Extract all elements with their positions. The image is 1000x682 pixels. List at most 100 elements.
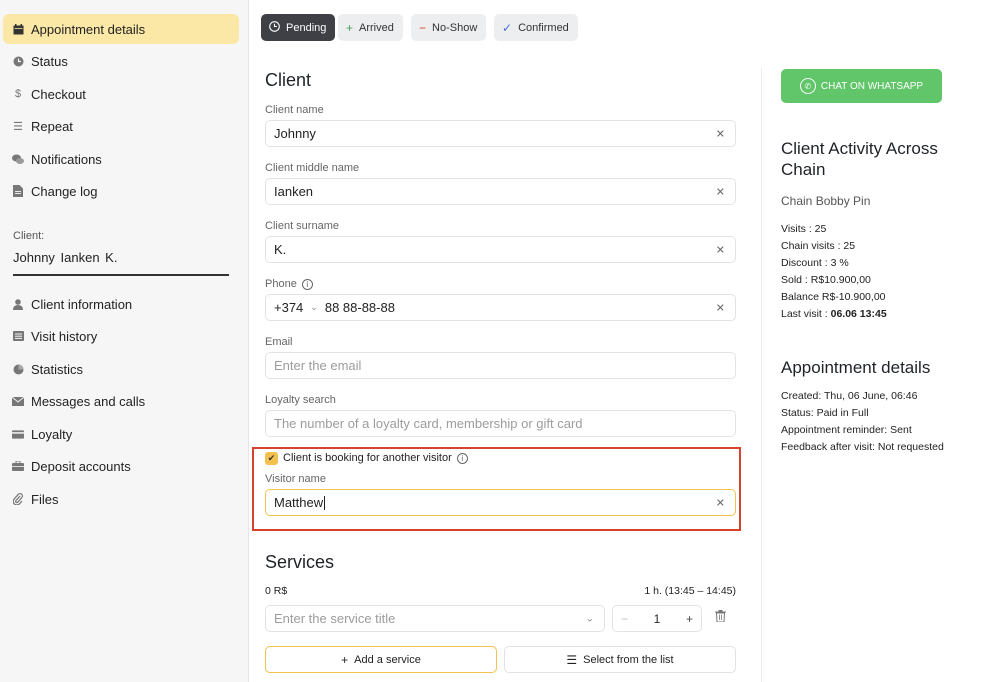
status-label: Confirmed: [518, 21, 569, 34]
client-underline: [13, 274, 229, 276]
sidebar-item-statistics[interactable]: Statistics: [3, 354, 239, 384]
sidebar-item-label: Visit history: [31, 328, 98, 344]
briefcase-icon: [12, 460, 24, 472]
plus-icon: +: [341, 652, 349, 667]
sidebar-item-label: Files: [31, 491, 59, 507]
sidebar: Appointment details Status $ Checkout ☰ …: [0, 0, 249, 682]
card-icon: [12, 428, 24, 440]
email-input[interactable]: Enter the email: [265, 352, 736, 379]
client-name-value: Johnny: [274, 126, 316, 141]
sidebar-item-label: Appointment details: [31, 21, 146, 37]
sidebar-item-appointment-details[interactable]: Appointment details: [3, 14, 239, 44]
services-section-title: Services: [265, 552, 335, 572]
trash-icon[interactable]: [715, 610, 726, 625]
service-title-placeholder: Enter the service title: [274, 611, 396, 626]
sidebar-item-loyalty[interactable]: Loyalty: [3, 419, 239, 449]
phone-country-code[interactable]: +374: [274, 300, 303, 315]
stat-visits: Visits : 25: [781, 223, 827, 235]
clear-icon[interactable]: ✕: [716, 243, 725, 256]
quantity-stepper[interactable]: − 1 +: [612, 605, 702, 632]
increment-icon[interactable]: +: [686, 612, 693, 626]
detail-reminder: Appointment reminder: Sent: [781, 424, 912, 436]
decrement-icon[interactable]: −: [621, 612, 628, 626]
sidebar-item-visit-history[interactable]: Visit history: [3, 321, 239, 351]
quantity-value: 1: [653, 611, 661, 626]
status-label: Arrived: [359, 21, 394, 34]
select-from-list-button[interactable]: ☰ Select from the list: [504, 646, 736, 673]
another-visitor-label-text: Client is booking for another visitor: [283, 452, 452, 464]
sidebar-item-status[interactable]: Status: [3, 46, 239, 76]
user-icon: [12, 298, 24, 310]
whatsapp-icon: ✆: [799, 78, 816, 94]
sidebar-item-notifications[interactable]: Notifications: [3, 144, 239, 174]
status-pending-button[interactable]: Pending: [261, 14, 336, 41]
stat-sold: Sold : R$10.900,00: [781, 274, 871, 286]
whatsapp-label: CHAT ON WHATSAPP: [820, 80, 924, 92]
pie-chart-icon: [12, 363, 24, 375]
loyalty-search-placeholder: The number of a loyalty card, membership…: [274, 416, 583, 431]
client-name-input[interactable]: Johnny ✕: [265, 120, 736, 147]
client-caption: Client:: [13, 230, 45, 242]
status-label: No-Show: [432, 21, 478, 34]
sidebar-item-label: Messages and calls: [31, 393, 146, 409]
whatsapp-chat-button[interactable]: ✆ CHAT ON WHATSAPP: [781, 69, 942, 103]
select-from-list-label: Select from the list: [583, 653, 674, 666]
dollar-icon: $: [14, 88, 22, 100]
clear-icon[interactable]: ✕: [716, 127, 725, 140]
sidebar-item-repeat[interactable]: ☰ Repeat: [3, 111, 239, 141]
right-panel-divider: [761, 68, 762, 682]
services-duration: 1 h. (13:45 – 14:45): [644, 585, 736, 597]
add-service-button[interactable]: + Add a service: [265, 646, 497, 673]
sidebar-item-change-log[interactable]: Change log: [3, 176, 239, 206]
phone-number-value: 88 88-88-88: [324, 300, 395, 315]
sidebar-item-label: Notifications: [31, 151, 102, 167]
stat-chain-visits: Chain visits : 25: [781, 240, 856, 252]
sidebar-item-label: Statistics: [31, 361, 84, 377]
sidebar-item-label: Change log: [31, 183, 98, 199]
status-no-show-button[interactable]: − No-Show: [411, 14, 487, 41]
phone-input[interactable]: +374 ⌄ 88 88-88-88 ✕: [265, 294, 736, 321]
sidebar-item-deposit-accounts[interactable]: Deposit accounts: [3, 451, 239, 481]
sidebar-item-client-information[interactable]: Client information: [3, 289, 239, 319]
phone-label: Phone i: [265, 278, 313, 290]
stat-balance: Balance R$-10.900,00: [781, 291, 886, 303]
last-visit-value: 06.06 13:45: [830, 308, 887, 320]
stat-discount: Discount : 3 %: [781, 257, 849, 269]
status-confirmed-button[interactable]: ✓ Confirmed: [494, 14, 578, 41]
client-middle-name-input[interactable]: Ianken ✕: [265, 178, 736, 205]
loyalty-search-input[interactable]: The number of a loyalty card, membership…: [265, 410, 736, 437]
chevron-down-icon[interactable]: ⌄: [310, 302, 318, 313]
add-service-label: Add a service: [354, 653, 421, 666]
clock-icon: [12, 55, 24, 67]
visitor-name-input[interactable]: Matthew ✕: [265, 489, 736, 516]
check-icon: ✓: [502, 20, 513, 35]
client-surname-input[interactable]: K. ✕: [265, 236, 736, 263]
minus-icon: −: [419, 20, 427, 35]
service-title-select[interactable]: Enter the service title ⌄: [265, 605, 605, 632]
list-icon: ☰: [566, 652, 578, 667]
history-icon: [12, 330, 24, 342]
sidebar-item-label: Deposit accounts: [31, 458, 131, 474]
phone-label-text: Phone: [265, 278, 297, 290]
chevron-down-icon: ⌄: [585, 613, 594, 624]
sidebar-item-checkout[interactable]: $ Checkout: [3, 79, 239, 109]
sidebar-item-label: Loyalty: [31, 426, 73, 442]
sidebar-item-files[interactable]: Files: [3, 484, 239, 514]
clear-icon[interactable]: ✕: [716, 185, 725, 198]
visitor-name-value: Matthew: [274, 495, 324, 510]
sidebar-item-messages-and-calls[interactable]: Messages and calls: [3, 386, 239, 416]
clear-icon[interactable]: ✕: [716, 301, 725, 314]
status-arrived-button[interactable]: + Arrived: [338, 14, 403, 41]
status-label: Pending: [286, 21, 327, 34]
email-placeholder: Enter the email: [274, 358, 362, 373]
chain-name: Chain Bobby Pin: [781, 194, 871, 208]
info-icon[interactable]: i: [456, 452, 468, 464]
client-fullname: Johnny Ianken K.: [13, 250, 118, 265]
stat-last-visit: Last visit : 06.06 13:45: [781, 308, 887, 320]
clear-icon[interactable]: ✕: [716, 496, 725, 509]
email-label: Email: [265, 336, 293, 348]
last-visit-label: Last visit :: [781, 308, 831, 320]
info-icon[interactable]: i: [301, 278, 313, 290]
another-visitor-label: Client is booking for another visitor i: [283, 452, 468, 464]
another-visitor-checkbox[interactable]: ✔: [265, 452, 278, 465]
